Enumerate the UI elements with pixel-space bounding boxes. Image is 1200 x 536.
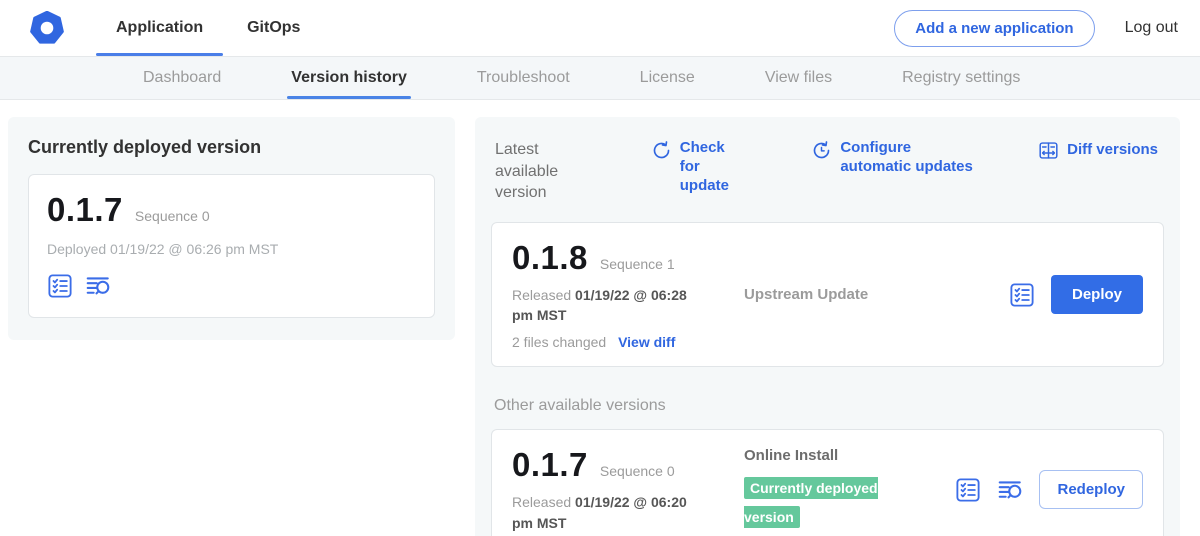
config-checklist-icon[interactable]	[1009, 282, 1035, 308]
latest-version-number: 0.1.8	[512, 239, 588, 277]
other-available-versions-title: Other available versions	[494, 397, 1164, 415]
files-changed-label: 2 files changed	[512, 334, 606, 350]
online-install-label: Online Install	[744, 447, 838, 464]
sub-nav: Dashboard Version history Troubleshoot L…	[0, 57, 1200, 100]
current-deployed-timestamp: Deployed 01/19/22 @ 06:26 pm MST	[47, 241, 416, 257]
diff-versions-link[interactable]: Diff versions	[1038, 139, 1158, 161]
deploy-logs-icon[interactable]	[997, 477, 1023, 503]
latest-version-actions: Deploy	[1009, 275, 1143, 314]
check-for-update-link[interactable]: Check for update	[651, 139, 748, 195]
tab-license[interactable]: License	[640, 57, 695, 99]
main-nav: Application GitOps	[94, 0, 322, 56]
diff-versions-label: Diff versions	[1067, 141, 1158, 160]
current-version-sequence: Sequence 0	[135, 208, 210, 224]
tab-troubleshoot-label: Troubleshoot	[477, 69, 570, 87]
upstream-update-label: Upstream Update	[744, 286, 868, 303]
latest-available-title: Latest available version	[495, 139, 603, 204]
config-checklist-icon[interactable]	[955, 477, 981, 503]
deployed-badge-wrap: Currently deployed version	[744, 475, 902, 533]
view-diff-link[interactable]: View diff	[618, 334, 675, 350]
latest-version-source: Upstream Update	[744, 286, 1009, 304]
current-version-number: 0.1.7	[47, 191, 123, 229]
main-content: Currently deployed version 0.1.7 Sequenc…	[0, 100, 1200, 536]
check-for-update-label: Check for update	[680, 139, 748, 195]
currently-deployed-title: Currently deployed version	[28, 137, 435, 158]
tab-troubleshoot[interactable]: Troubleshoot	[477, 57, 570, 99]
current-version-line: 0.1.7 Sequence 0	[47, 191, 416, 229]
other-version-line: 0.1.7 Sequence 0	[512, 446, 744, 484]
tab-dashboard[interactable]: Dashboard	[143, 57, 221, 99]
available-versions-header: Latest available version Check for updat…	[491, 133, 1164, 204]
nav-tab-application[interactable]: Application	[94, 0, 225, 56]
other-version-number: 0.1.7	[512, 446, 588, 484]
latest-version-sequence: Sequence 1	[600, 256, 675, 272]
latest-version-info: 0.1.8 Sequence 1 Released 01/19/22 @ 06:…	[512, 239, 744, 351]
current-version-card: 0.1.7 Sequence 0 Deployed 01/19/22 @ 06:…	[28, 174, 435, 318]
released-prefix: Released	[512, 494, 571, 510]
check-update-icon	[651, 140, 672, 161]
config-checklist-icon[interactable]	[47, 273, 73, 299]
configure-automatic-updates-label: Configure automatic updates	[840, 139, 974, 177]
latest-released-timestamp: Released 01/19/22 @ 06:28 pm MST	[512, 285, 702, 326]
tab-dashboard-label: Dashboard	[143, 69, 221, 87]
tab-view-files-label: View files	[765, 69, 832, 87]
tab-version-history-label: Version history	[291, 69, 407, 87]
currently-deployed-panel: Currently deployed version 0.1.7 Sequenc…	[8, 117, 455, 340]
currently-deployed-badge: Currently deployed version	[744, 477, 878, 528]
deploy-button[interactable]: Deploy	[1051, 275, 1143, 314]
tab-view-files[interactable]: View files	[765, 57, 832, 99]
header-right: Add a new application Log out	[894, 10, 1200, 47]
latest-files-changed-line: 2 files changed View diff	[512, 334, 744, 350]
app-logo-icon[interactable]	[30, 11, 64, 45]
deploy-logs-icon[interactable]	[85, 273, 111, 299]
other-version-source: Online Install Currently deployed versio…	[744, 447, 955, 533]
tab-version-history[interactable]: Version history	[291, 57, 407, 99]
add-application-button[interactable]: Add a new application	[894, 10, 1094, 47]
other-released-timestamp: Released 01/19/22 @ 06:20 pm MST	[512, 492, 702, 533]
available-versions-panel: Latest available version Check for updat…	[475, 117, 1180, 536]
diff-versions-icon	[1038, 140, 1059, 161]
auto-update-icon	[811, 140, 832, 161]
latest-version-line: 0.1.8 Sequence 1	[512, 239, 744, 277]
other-version-actions: Redeploy	[955, 470, 1143, 509]
other-version-info: 0.1.7 Sequence 0 Released 01/19/22 @ 06:…	[512, 446, 744, 533]
released-prefix: Released	[512, 287, 571, 303]
nav-tab-gitops-label: GitOps	[247, 19, 300, 37]
tab-license-label: License	[640, 69, 695, 87]
nav-tab-gitops[interactable]: GitOps	[225, 0, 322, 56]
latest-version-card: 0.1.8 Sequence 1 Released 01/19/22 @ 06:…	[491, 222, 1164, 368]
tab-registry-settings[interactable]: Registry settings	[902, 57, 1020, 99]
other-version-sequence: Sequence 0	[600, 463, 675, 479]
logout-link[interactable]: Log out	[1125, 19, 1178, 37]
redeploy-button[interactable]: Redeploy	[1039, 470, 1143, 509]
configure-automatic-updates-link[interactable]: Configure automatic updates	[811, 139, 974, 177]
nav-tab-application-label: Application	[116, 19, 203, 37]
tab-registry-settings-label: Registry settings	[902, 69, 1020, 87]
app-header: Application GitOps Add a new application…	[0, 0, 1200, 57]
other-version-card: 0.1.7 Sequence 0 Released 01/19/22 @ 06:…	[491, 429, 1164, 536]
current-version-actions	[47, 273, 416, 299]
